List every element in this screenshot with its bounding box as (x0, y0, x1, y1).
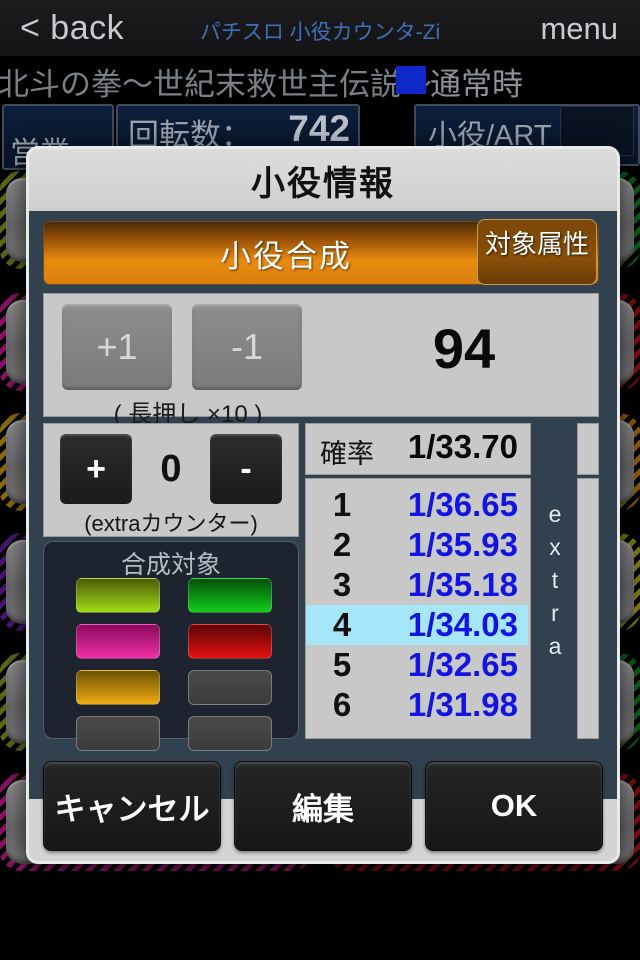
probability-rows: 1 1/36.65 2 1/35.93 3 1/35.18 4 1/34.03 5 1/32.65… (305, 478, 531, 739)
target-attribute-button[interactable]: 対象属性 (477, 219, 597, 285)
probability-header-value: 1/33.70 (407, 428, 518, 465)
synthesis-target-panel: 合成対象 (43, 541, 299, 751)
probability-row[interactable]: 4 1/34.03 (306, 605, 528, 645)
swatch-empty-1[interactable] (188, 670, 272, 705)
probability-row[interactable]: 1 1/36.65 (306, 485, 528, 525)
swatch-gold[interactable] (76, 670, 160, 705)
probability-row-index: 1 (332, 486, 352, 523)
extra-strip-letter: r (551, 599, 559, 626)
extra-strip-letter: a (548, 632, 562, 659)
mode-label: 小役合成 (220, 238, 352, 274)
dialog-title: 小役情報 (251, 164, 395, 203)
probability-row-value: 1/35.18 (407, 566, 518, 603)
dialog-footer: キャンセル 編集 OK (29, 761, 617, 861)
extra-column-header-cell (577, 423, 599, 475)
dialog-body: 小役合成 対象属性 +1 -1 94 ( 長押し ×10 ) + 0 - (ex… (29, 211, 617, 799)
extra-counter-caption: (extraカウンター) (84, 511, 258, 536)
probability-row[interactable]: 5 1/32.65 (306, 645, 528, 685)
probability-row-value: 1/31.98 (407, 686, 518, 723)
decrement-button[interactable]: -1 (192, 304, 302, 390)
extra-increment-button[interactable]: + (60, 434, 132, 504)
extra-strip-letter: x (549, 533, 561, 560)
dialog-footer-buttons: キャンセル 編集 OK (43, 761, 603, 851)
probability-row-value: 1/35.93 (407, 526, 518, 563)
probability-row-index: 6 (332, 686, 352, 723)
navigation-bar: < back パチスロ 小役カウンタ-Zi menu (0, 0, 640, 56)
probability-row-value: 1/32.65 (407, 646, 518, 683)
dialog-titlebar: 小役情報 (29, 149, 617, 211)
state-color-chip (396, 66, 426, 94)
probability-row-index: 4 (332, 606, 352, 643)
extra-counter-block: + 0 - (extraカウンター) (43, 423, 299, 537)
extra-column-body-cell (577, 478, 599, 739)
probability-header-label: 確率 (320, 439, 374, 469)
probability-row-index: 2 (332, 526, 352, 563)
target-attribute-label: 対象属性 (484, 229, 589, 259)
probability-row-index: 5 (332, 646, 352, 683)
decrement-label: -1 (230, 326, 263, 367)
ok-button[interactable]: OK (425, 761, 603, 851)
probability-row[interactable]: 2 1/35.93 (306, 525, 528, 565)
extra-decrement-label: - (240, 449, 252, 488)
swatch-green[interactable] (188, 578, 272, 613)
increment-label: +1 (96, 326, 138, 367)
koyaku-info-dialog: 小役情報 小役合成 対象属性 +1 -1 94 ( 長押し ×10 ) + 0 … (26, 146, 620, 864)
probability-row-value: 1/36.65 (407, 486, 518, 523)
extra-decrement-button[interactable]: - (210, 434, 282, 504)
probability-row-value: 1/34.03 (407, 606, 518, 643)
main-counter-block: +1 -1 94 ( 長押し ×10 ) (43, 293, 599, 428)
edit-button[interactable]: 編集 (234, 761, 412, 851)
extra-strip-letter: e (548, 500, 562, 527)
synthesis-target-swatch-grid (76, 578, 272, 751)
probability-row[interactable]: 6 1/31.98 (306, 685, 528, 725)
machine-name-label: 北斗の拳〜世紀末救世主伝説〜 (0, 67, 432, 102)
extra-empty-column (577, 423, 599, 739)
swatch-empty-2[interactable] (76, 716, 160, 751)
menu-button[interactable]: menu (540, 11, 618, 47)
mode-row: 小役合成 対象属性 (43, 219, 599, 285)
extra-increment-label: + (86, 449, 106, 488)
increment-button[interactable]: +1 (62, 304, 172, 390)
cancel-button[interactable]: キャンセル (43, 761, 221, 851)
probability-row[interactable]: 3 1/35.18 (306, 565, 528, 605)
swatch-yellow-green[interactable] (76, 578, 160, 613)
swatch-empty-3[interactable] (188, 716, 272, 751)
extra-strip-letter: t (551, 566, 559, 593)
swatch-magenta[interactable] (76, 624, 160, 659)
main-counter-value: 94 (432, 316, 496, 380)
extra-vertical-label: extra (535, 423, 575, 737)
probability-header-row: 確率 1/33.70 (305, 423, 531, 475)
swatch-red[interactable] (188, 624, 272, 659)
probability-row-index: 3 (332, 566, 352, 603)
synthesis-target-title: 合成対象 (120, 551, 221, 579)
probability-table: 確率 1/33.70 1 1/36.65 2 1/35.93 3 1/35.18 4 1/34… (305, 423, 531, 739)
state-label: 通常時 (430, 67, 523, 102)
rotation-value: 742 (288, 108, 350, 149)
extra-counter-value: 0 (160, 447, 182, 490)
